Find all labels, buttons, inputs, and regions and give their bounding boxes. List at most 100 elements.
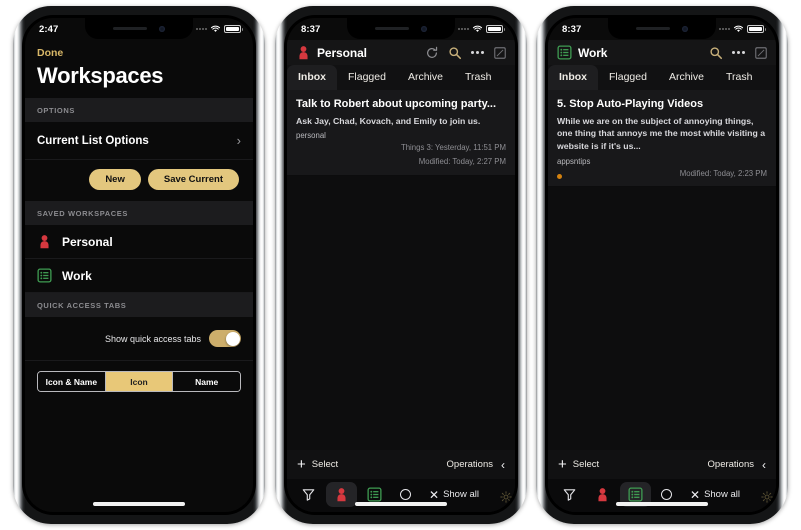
note-meta-source: Things 3: Yesterday, 11:51 PM (400, 143, 506, 153)
battery-icon (747, 25, 766, 33)
home-indicator[interactable] (355, 502, 447, 506)
person-icon[interactable] (296, 45, 311, 60)
window-icon[interactable] (493, 46, 507, 60)
bottom-left-actions: + Select (558, 457, 599, 472)
quick-access-toggle-row[interactable]: Show quick access tabs (25, 317, 253, 361)
more-icon[interactable] (471, 51, 484, 54)
add-note-icon[interactable]: + (558, 457, 567, 472)
app-header: Work (548, 40, 776, 65)
bottom-right-actions: Operations ‹ (708, 458, 766, 472)
gear-icon[interactable] (500, 491, 512, 503)
show-all-label: Show all (704, 489, 740, 500)
tabbar-personal[interactable] (587, 482, 618, 507)
chevron-left-icon[interactable]: ‹ (501, 458, 505, 472)
status-indicators (196, 25, 243, 33)
more-icon[interactable] (732, 51, 745, 54)
header-actions (709, 46, 772, 60)
workspace-item-personal[interactable]: Personal (25, 225, 253, 259)
workspace-title: Personal (317, 45, 367, 60)
chevron-left-icon[interactable]: ‹ (762, 458, 766, 472)
select-button[interactable]: Select (573, 459, 599, 470)
circle-icon (661, 489, 672, 500)
phone-1-content: Done Workspaces OPTIONS Current List Opt… (25, 40, 253, 512)
segment-icon-and-name[interactable]: Icon & Name (38, 372, 106, 391)
tabbar-personal[interactable] (326, 482, 357, 507)
tab-trash[interactable]: Trash (454, 65, 502, 90)
quick-access-toggle-label: Show quick access tabs (104, 333, 201, 344)
tab-archive[interactable]: Archive (397, 65, 454, 90)
operations-button[interactable]: Operations (447, 459, 493, 470)
note-list-item[interactable]: 5. Stop Auto-Playing Videos While we are… (548, 90, 776, 188)
done-button[interactable]: Done (25, 40, 253, 61)
phone-device-2: 8:37 Personal Inbox Flagged Archive Tras… (275, 6, 527, 524)
page-title: Workspaces (37, 63, 164, 88)
note-title: 5. Stop Auto-Playing Videos (557, 98, 704, 110)
note-footer: Modified: Today, 2:23 PM (557, 166, 767, 180)
display-style-segmented-wrap: Icon & Name Icon Name (25, 361, 253, 404)
status-indicators (719, 25, 766, 33)
list-icon (37, 268, 52, 283)
phone-device-3: 8:37 Work Inbox Flagged Archive Trash 5.… (536, 6, 788, 524)
person-icon (40, 235, 49, 249)
wifi-icon (733, 25, 744, 32)
bottom-left-actions: + Select (297, 457, 338, 472)
filter-icon (302, 489, 315, 501)
new-button[interactable]: New (89, 169, 141, 190)
workspace-item-work[interactable]: Work (25, 259, 253, 293)
quick-access-toggle[interactable] (209, 330, 241, 347)
display-style-segmented-control[interactable]: Icon & Name Icon Name (37, 371, 241, 392)
search-icon[interactable] (709, 46, 723, 60)
save-current-button[interactable]: Save Current (147, 169, 239, 190)
status-time: 2:47 (39, 23, 59, 35)
note-list-item[interactable]: Talk to Robert about upcoming party... A… (287, 90, 515, 176)
gear-icon[interactable] (761, 491, 773, 503)
bottom-action-bar: + Select Operations ‹ (548, 450, 776, 479)
phone-2-screen: 8:37 Personal Inbox Flagged Archive Tras… (287, 18, 515, 512)
refresh-icon[interactable] (425, 46, 439, 60)
status-dot-icon (557, 174, 562, 180)
window-icon[interactable] (754, 46, 768, 60)
tab-trash[interactable]: Trash (715, 65, 763, 90)
tab-flagged[interactable]: Flagged (337, 65, 397, 90)
list-icon[interactable] (557, 45, 572, 60)
tab-flagged[interactable]: Flagged (598, 65, 658, 90)
wifi-icon (210, 25, 221, 32)
segment-name[interactable]: Name (173, 372, 240, 391)
note-meta-modified: Modified: Today, 2:23 PM (679, 168, 767, 178)
home-indicator[interactable] (93, 502, 185, 506)
empty-area (25, 404, 253, 512)
status-indicators (458, 25, 505, 33)
list-icon (367, 487, 382, 502)
phone-3-content: Work Inbox Flagged Archive Trash 5. Stop… (548, 40, 776, 512)
signal-icon (196, 28, 207, 30)
current-list-options-row[interactable]: Current List Options › (25, 122, 253, 160)
add-note-icon[interactable]: + (297, 457, 306, 472)
note-tag: appsntips (557, 156, 591, 166)
status-bar: 8:37 (287, 18, 515, 40)
status-bar: 8:37 (548, 18, 776, 40)
tab-archive[interactable]: Archive (658, 65, 715, 90)
section-header-saved-workspaces: SAVED WORKSPACES (25, 201, 253, 225)
bottom-right-actions: Operations ‹ (447, 458, 505, 472)
home-indicator[interactable] (616, 502, 708, 506)
select-button[interactable]: Select (312, 459, 338, 470)
quick-access-tabbar: ✕ Show all (287, 479, 515, 512)
folder-tabs: Inbox Flagged Archive Trash (287, 65, 515, 90)
segment-icon[interactable]: Icon (105, 372, 174, 391)
person-icon (337, 488, 346, 502)
phone-bezel: 8:37 (284, 15, 518, 515)
status-bar: 2:47 (25, 18, 253, 40)
tab-inbox[interactable]: Inbox (287, 65, 337, 90)
tabbar-filter[interactable] (554, 482, 585, 507)
status-time: 8:37 (301, 23, 321, 35)
app-header: Personal (287, 40, 515, 65)
operations-button[interactable]: Operations (708, 459, 754, 470)
tab-inbox[interactable]: Inbox (548, 65, 598, 90)
tabbar-filter[interactable] (293, 482, 324, 507)
current-list-options-label: Current List Options (37, 134, 149, 147)
note-body: Ask Jay, Chad, Kovach, and Emily to join… (296, 115, 481, 126)
search-icon[interactable] (448, 46, 462, 60)
phone-bezel: 2:47 Done Workspaces OPTIONS Current Lis… (22, 15, 256, 515)
quick-access-tabbar: ✕ Show all (548, 479, 776, 512)
folder-tabs: Inbox Flagged Archive Trash (548, 65, 776, 90)
